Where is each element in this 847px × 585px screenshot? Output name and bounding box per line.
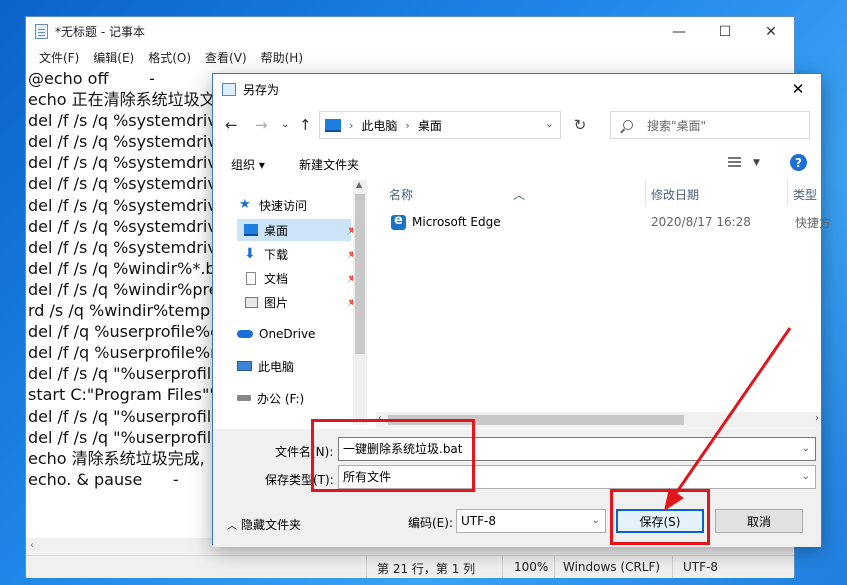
annotation-arrow <box>664 327 792 511</box>
